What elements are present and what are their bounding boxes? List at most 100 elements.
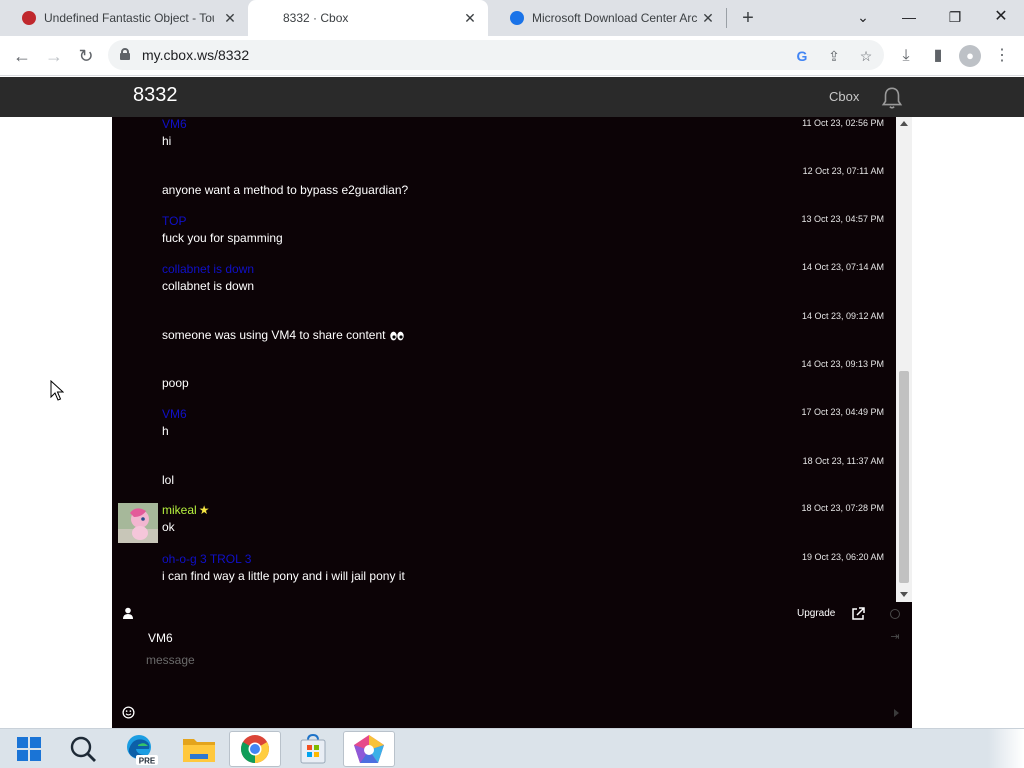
scroll-thumb[interactable] bbox=[899, 371, 909, 583]
message-author[interactable]: TOP bbox=[162, 214, 186, 228]
show-desktop-corner[interactable] bbox=[988, 729, 1024, 768]
lock-icon[interactable] bbox=[120, 48, 130, 60]
message-row: collabnet is down 14 Oct 23, 07:14 AM co… bbox=[112, 262, 896, 310]
bell-icon[interactable] bbox=[879, 85, 905, 111]
scroll-down-arrow-icon[interactable] bbox=[900, 592, 908, 597]
message-scrollbar[interactable] bbox=[896, 117, 912, 602]
message-author[interactable]: VM6 bbox=[162, 407, 187, 421]
tab-cbox[interactable]: 8332 · Cbox ✕ bbox=[248, 0, 488, 36]
message-author[interactable]: VM6 bbox=[162, 117, 187, 131]
star-icon: ★ bbox=[198, 503, 210, 517]
touhou-favicon-icon bbox=[22, 11, 36, 25]
message-timestamp: 12 Oct 23, 07:11 AM bbox=[802, 166, 884, 176]
minimize-icon[interactable]: — bbox=[895, 4, 923, 30]
globe-favicon-icon bbox=[510, 11, 524, 25]
message-row: 12 Oct 23, 07:11 AM anyone want a method… bbox=[112, 166, 896, 214]
chat-panel: VM6 11 Oct 23, 02:56 PM hi 12 Oct 23, 07… bbox=[112, 117, 912, 728]
microsoft-store-icon[interactable] bbox=[287, 731, 339, 767]
download-icon[interactable]: ⤓ bbox=[895, 45, 917, 67]
back-arrow-icon[interactable]: ← bbox=[9, 43, 35, 69]
google-lens-icon[interactable]: G bbox=[792, 46, 812, 66]
eyes-icon bbox=[390, 331, 405, 341]
plus-icon[interactable]: + bbox=[737, 7, 759, 29]
tab-strip: Undefined Fantastic Object - Tou ✕ 8332 … bbox=[0, 0, 1024, 36]
message-timestamp: 14 Oct 23, 07:14 AM bbox=[801, 262, 884, 272]
avatar[interactable] bbox=[118, 503, 158, 543]
tab-title: Microsoft Download Center Arc bbox=[532, 11, 698, 25]
kebab-menu-icon[interactable]: ⋮ bbox=[991, 45, 1013, 67]
message-timestamp: 13 Oct 23, 04:57 PM bbox=[801, 214, 884, 224]
message-list[interactable]: VM6 11 Oct 23, 02:56 PM hi 12 Oct 23, 07… bbox=[112, 117, 896, 602]
message-row: VM6 17 Oct 23, 04:49 PM h bbox=[112, 407, 896, 455]
tab-title: Undefined Fantastic Object - Tou bbox=[44, 11, 214, 25]
mouse-cursor-icon bbox=[50, 380, 64, 401]
reload-icon[interactable]: ↻ bbox=[73, 43, 99, 69]
search-icon[interactable] bbox=[57, 731, 109, 767]
message-author[interactable]: mikeal ★ bbox=[162, 503, 209, 517]
message-author[interactable]: oh-o-g 3 TROL 3 bbox=[162, 552, 251, 566]
scroll-up-arrow-icon[interactable] bbox=[900, 121, 908, 126]
message-text-wrap: someone was using VM4 to share content bbox=[162, 328, 405, 342]
message-text: fuck you for spamming bbox=[162, 231, 283, 245]
external-link-icon[interactable] bbox=[851, 607, 865, 621]
edge-preview-icon[interactable]: PRE bbox=[115, 731, 167, 767]
message-text: h bbox=[162, 424, 169, 438]
message-text: poop bbox=[162, 376, 189, 390]
user-icon[interactable] bbox=[122, 607, 134, 619]
cbox-brand-link[interactable]: Cbox bbox=[829, 89, 859, 104]
message-row: VM6 11 Oct 23, 02:56 PM hi bbox=[112, 117, 896, 165]
close-tab-icon[interactable]: ✕ bbox=[222, 10, 238, 26]
url-text: my.cbox.ws/8332 bbox=[142, 47, 250, 63]
upgrade-link[interactable]: Upgrade bbox=[797, 608, 835, 619]
message-input[interactable] bbox=[146, 650, 866, 670]
message-row: 14 Oct 23, 09:13 PM poop bbox=[112, 359, 896, 407]
message-row: oh-o-g 3 TROL 3 19 Oct 23, 06:20 AM i ca… bbox=[112, 552, 896, 600]
message-timestamp: 18 Oct 23, 11:37 AM bbox=[802, 456, 884, 466]
close-window-icon[interactable]: ✕ bbox=[987, 4, 1015, 30]
message-timestamp: 17 Oct 23, 04:49 PM bbox=[801, 407, 884, 417]
restore-icon[interactable]: ❐ bbox=[941, 4, 969, 30]
message-text: someone was using VM4 to share content bbox=[162, 328, 386, 342]
nickname-label[interactable]: VM6 bbox=[148, 631, 173, 645]
chrome-icon[interactable] bbox=[229, 731, 281, 767]
cbox-header: 8332 Cbox bbox=[0, 77, 1024, 117]
tab-title: 8332 · Cbox bbox=[283, 11, 349, 25]
app-icon[interactable] bbox=[343, 731, 395, 767]
message-text: hi bbox=[162, 134, 172, 148]
file-explorer-icon[interactable] bbox=[173, 731, 225, 767]
message-text: ok bbox=[162, 520, 175, 534]
smiley-icon[interactable] bbox=[122, 706, 135, 719]
forward-arrow-icon[interactable]: → bbox=[41, 43, 67, 69]
tab-undefined-fantastic-object[interactable]: Undefined Fantastic Object - Tou ✕ bbox=[0, 0, 248, 36]
message-row: 18 Oct 23, 11:37 AM lol bbox=[112, 456, 896, 504]
send-arrow-icon[interactable] bbox=[894, 709, 899, 717]
profile-avatar-icon[interactable]: ● bbox=[959, 45, 981, 67]
taskbar: PRE bbox=[0, 728, 1024, 768]
message-text: collabnet is down bbox=[162, 279, 255, 293]
bookmark-star-icon[interactable]: ☆ bbox=[856, 46, 876, 66]
close-tab-icon[interactable]: ✕ bbox=[462, 10, 478, 26]
close-tab-icon[interactable]: ✕ bbox=[700, 10, 716, 26]
address-bar[interactable]: my.cbox.ws/8332 G ⇪ ☆ bbox=[108, 40, 884, 70]
pony-avatar-icon bbox=[118, 503, 158, 543]
message-timestamp: 19 Oct 23, 06:20 AM bbox=[801, 552, 884, 562]
message-row: TOP 13 Oct 23, 04:57 PM fuck you for spa… bbox=[112, 214, 896, 262]
message-timestamp: 11 Oct 23, 02:56 PM bbox=[802, 118, 884, 128]
side-panel-icon[interactable]: ▮ bbox=[927, 45, 949, 67]
browser-toolbar: ← → ↻ my.cbox.ws/8332 G ⇪ ☆ ⤓ ▮ ● ⋮ bbox=[0, 36, 1024, 76]
tab-divider bbox=[726, 8, 727, 28]
message-author[interactable]: collabnet is down bbox=[162, 262, 254, 276]
sign-in-icon[interactable]: ⇥ bbox=[889, 631, 901, 643]
message-row: mikeal ★ 18 Oct 23, 07:28 PM ok bbox=[112, 503, 896, 551]
tab-microsoft-download-center[interactable]: Microsoft Download Center Arc ✕ bbox=[488, 0, 726, 36]
status-circle-icon bbox=[890, 609, 900, 619]
edge-badge-label: PRE bbox=[139, 757, 156, 766]
tab-search-chevron-icon[interactable]: ⌄ bbox=[849, 4, 877, 30]
message-timestamp: 14 Oct 23, 09:13 PM bbox=[801, 359, 884, 369]
author-name: mikeal bbox=[162, 503, 197, 517]
message-text: anyone want a method to bypass e2guardia… bbox=[162, 183, 409, 197]
share-icon[interactable]: ⇪ bbox=[824, 46, 844, 66]
message-timestamp: 18 Oct 23, 07:28 PM bbox=[801, 503, 884, 513]
windows-start-icon[interactable] bbox=[3, 731, 55, 767]
message-row: 14 Oct 23, 09:12 AM someone was using VM… bbox=[112, 311, 896, 359]
